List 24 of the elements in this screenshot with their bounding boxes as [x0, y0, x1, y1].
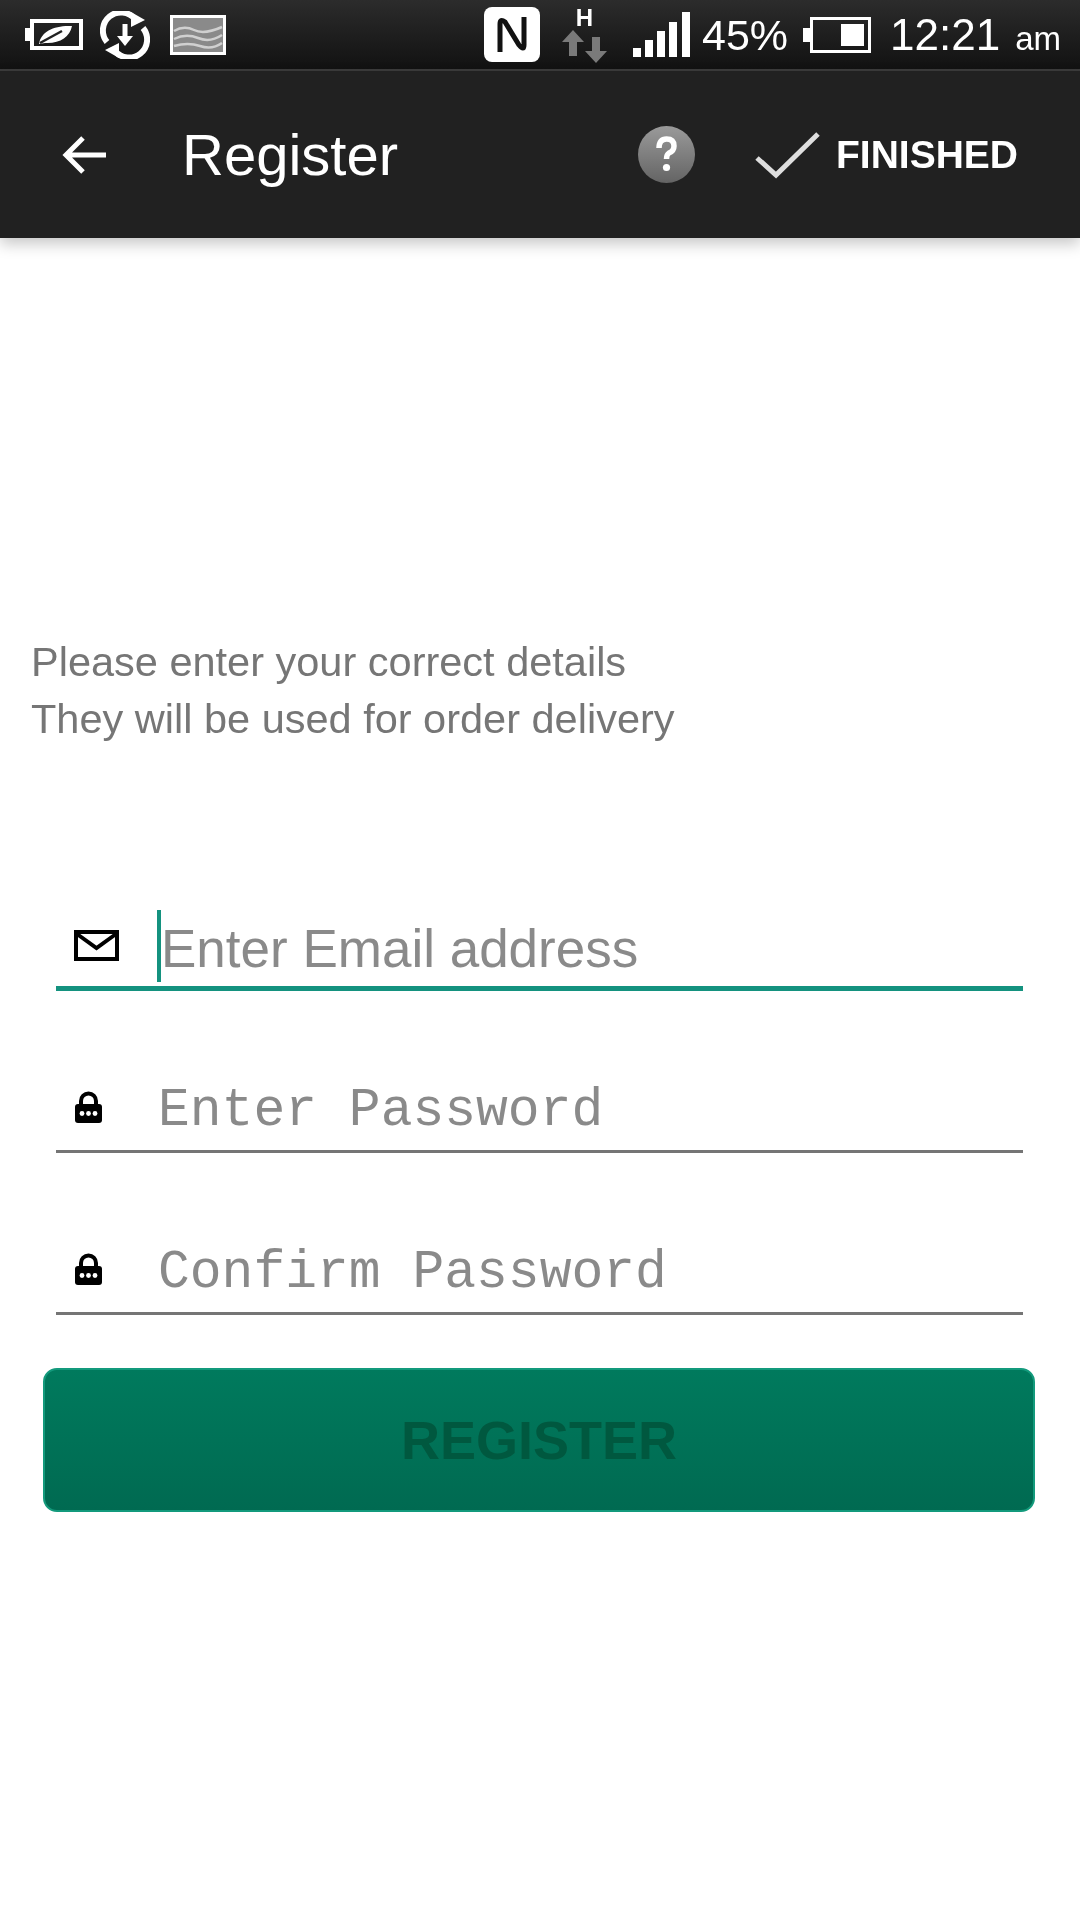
battery-percent: 45%: [701, 10, 789, 59]
lock-icon: [74, 1253, 103, 1285]
checkmark-icon: [754, 130, 821, 179]
signal-icon: [632, 12, 690, 57]
sync-icon: [100, 10, 150, 59]
mail-icon: [74, 929, 119, 961]
clock-time: 12:21: [890, 10, 1001, 59]
battery-icon: [803, 16, 872, 53]
screen-title: Register: [182, 121, 398, 188]
nfc-icon: [483, 7, 540, 62]
text-cursor-icon: [157, 910, 161, 982]
password-field[interactable]: Confirm Password: [56, 1228, 1023, 1315]
lock-icon: [74, 1091, 103, 1123]
clock-meridiem: am: [1015, 18, 1061, 59]
email-field[interactable]: Enter Email address: [56, 904, 1023, 991]
password-field[interactable]: Enter Password: [56, 1066, 1023, 1153]
data-arrows-icon: [561, 30, 607, 63]
battery-saver-icon: [25, 19, 83, 50]
network-type-label: H: [575, 6, 594, 30]
gallery-icon: [170, 14, 226, 55]
intro-text: Please enter your correct details: [31, 637, 627, 687]
finished-button[interactable]: FINISHED: [754, 130, 1018, 179]
help-icon[interactable]: [638, 126, 695, 183]
intro-text: They will be used for order delivery: [31, 694, 675, 744]
